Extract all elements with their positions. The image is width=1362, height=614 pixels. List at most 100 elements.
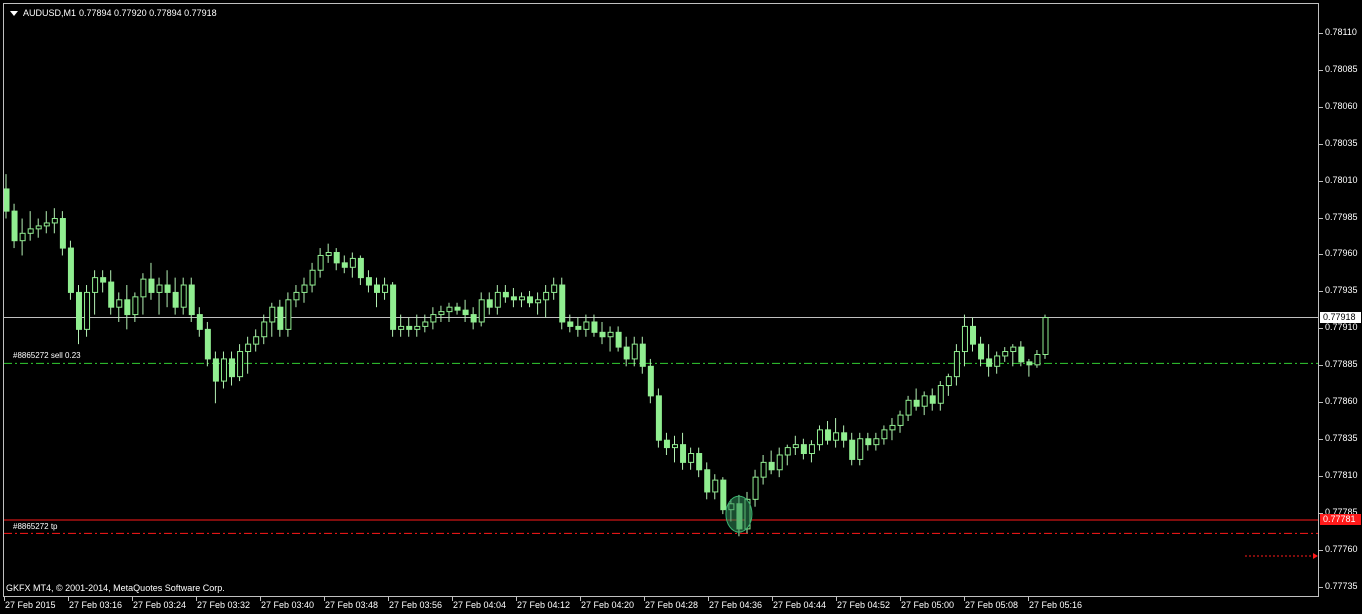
bull-candle: [293, 291, 300, 301]
ask-price-marker: 0.77781: [1320, 514, 1361, 525]
bull-candle: [156, 284, 163, 293]
bear-candle: [277, 306, 284, 330]
bull-candle: [43, 222, 50, 227]
bull-candle: [1034, 353, 1041, 366]
bull-candle: [994, 355, 1001, 367]
sell-order-label[interactable]: #8865272 sell 0.23: [13, 351, 81, 360]
price-chart[interactable]: AUDUSD,M1 0.77894 0.77920 0.77894 0.7791…: [3, 3, 1319, 597]
bear-candle: [365, 277, 372, 286]
dropdown-triangle-icon[interactable]: [10, 10, 18, 16]
price-tick: [1319, 217, 1323, 219]
time-tick-label: 27 Feb 04:12: [517, 600, 571, 610]
bear-candle: [59, 218, 66, 249]
bear-candle: [454, 306, 461, 311]
time-tick-label: 27 Feb 2015: [5, 600, 56, 610]
price-tick: [1319, 328, 1323, 330]
bear-candle: [172, 291, 179, 308]
bear-candle: [462, 309, 469, 316]
price-tick-label: 0.77910: [1325, 322, 1358, 333]
time-tick-label: 27 Feb 05:00: [901, 600, 955, 610]
bull-candle: [92, 277, 99, 293]
time-tick-label: 27 Feb 05:16: [1029, 600, 1083, 610]
bear-candle: [591, 321, 598, 333]
bear-candle: [929, 395, 936, 404]
bull-candle: [382, 284, 389, 293]
bull-candle: [494, 291, 501, 308]
bear-candle: [148, 278, 155, 293]
bull-candle: [253, 336, 260, 345]
bull-candle: [760, 461, 767, 478]
price-tick: [1319, 402, 1323, 404]
bull-candle: [132, 296, 139, 316]
time-tick-label: 27 Feb 05:08: [965, 600, 1019, 610]
bull-candle: [889, 424, 896, 431]
price-tick: [1319, 587, 1323, 588]
bull-candle: [237, 351, 244, 378]
take-profit-label[interactable]: #8865272 tp: [13, 522, 58, 531]
bull-candle: [220, 358, 227, 382]
bear-candle: [470, 314, 477, 323]
price-tick-label: 0.77860: [1325, 396, 1358, 407]
bear-candle: [510, 296, 517, 301]
bull-candle: [27, 228, 34, 234]
candles-layer: [4, 174, 1318, 559]
bull-candle: [84, 291, 91, 330]
bull-candle: [422, 321, 429, 327]
bear-candle: [406, 325, 413, 330]
chart-window[interactable]: AUDUSD,M1 0.77894 0.77920 0.77894 0.7791…: [0, 0, 1362, 614]
bear-candle: [841, 432, 848, 441]
price-tick-label: 0.77835: [1325, 433, 1358, 444]
bear-candle: [1026, 361, 1033, 366]
bear-candle: [768, 461, 775, 471]
bear-candle: [978, 343, 985, 360]
bull-candle: [261, 321, 268, 338]
time-tick-label: 27 Feb 03:56: [389, 600, 443, 610]
price-tick-label: 0.78110: [1325, 26, 1357, 37]
bear-candle: [67, 247, 74, 293]
bull-candle: [953, 351, 960, 378]
time-tick-label: 27 Feb 04:28: [645, 600, 699, 610]
copyright-text: GKFX MT4, © 2001-2014, MetaQuotes Softwa…: [6, 583, 225, 593]
price-tick-label: 0.77760: [1325, 544, 1358, 555]
bull-candle: [309, 269, 316, 286]
bull-candle: [414, 325, 421, 330]
bull-candle: [921, 395, 928, 407]
bull-candle: [438, 311, 445, 316]
bull-candle: [285, 299, 292, 330]
price-tick: [1319, 550, 1323, 552]
price-tick: [1319, 476, 1323, 478]
shift-arrow-icon: [1313, 553, 1318, 559]
bear-candle: [486, 299, 493, 308]
symbol-timeframe: AUDUSD,M1: [23, 8, 77, 18]
bear-candle: [704, 469, 711, 493]
bull-candle: [269, 306, 276, 323]
time-tick-label: 27 Feb 04:36: [709, 600, 763, 610]
price-tick: [1319, 180, 1323, 182]
bear-candle: [373, 284, 380, 293]
price-tick: [1319, 291, 1323, 293]
bear-candle: [575, 325, 582, 330]
bull-candle: [35, 225, 42, 230]
bear-candle: [164, 284, 171, 293]
bull-candle: [961, 325, 968, 353]
bull-candle: [808, 444, 815, 455]
time-tick-label: 27 Feb 03:24: [133, 600, 187, 610]
bull-candle: [833, 432, 840, 441]
bull-candle: [51, 218, 58, 224]
bear-candle: [212, 358, 219, 382]
bid-price-marker: 0.77918: [1320, 311, 1361, 323]
bull-candle: [325, 252, 332, 256]
low-highlight-circle: [725, 495, 753, 533]
price-tick-label: 0.77885: [1325, 359, 1358, 370]
bear-candle: [647, 365, 654, 397]
bear-candle: [913, 399, 920, 407]
time-tick-label: 27 Feb 03:48: [325, 600, 379, 610]
bull-candle: [180, 284, 187, 308]
bear-candle: [639, 343, 646, 367]
price-tick: [1319, 439, 1323, 441]
chart-symbol-header[interactable]: AUDUSD,M1 0.77894 0.77920 0.77894 0.7791…: [10, 8, 217, 18]
bear-candle: [196, 314, 203, 330]
bear-candle: [204, 328, 211, 360]
bull-candle: [19, 232, 26, 242]
price-tick-label: 0.77935: [1325, 285, 1358, 296]
